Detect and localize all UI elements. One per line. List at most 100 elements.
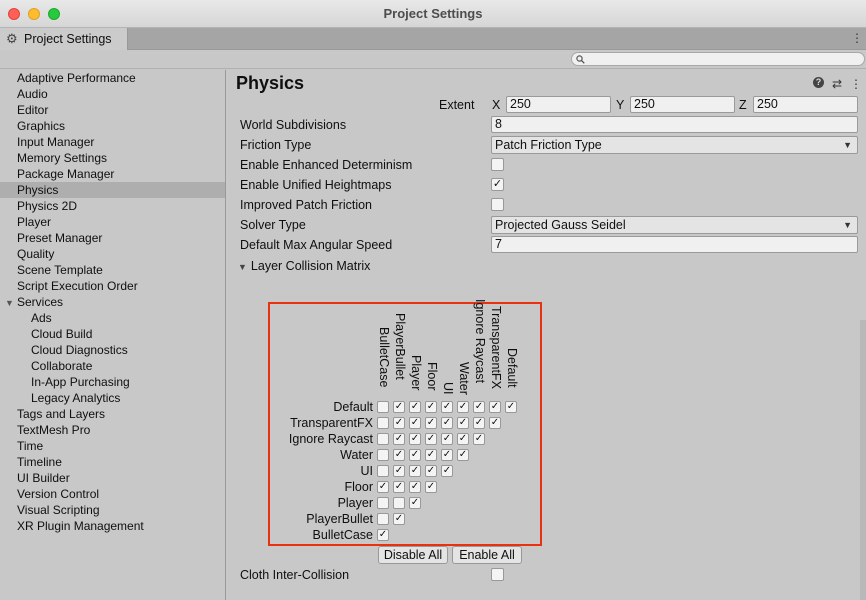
matrix-cell-checkbox[interactable] [377,433,389,445]
matrix-cell-checkbox[interactable]: ✓ [425,465,437,477]
sidebar-item-memory-settings[interactable]: Memory Settings [0,150,225,166]
matrix-cell-checkbox[interactable]: ✓ [473,401,485,413]
matrix-cell-checkbox[interactable]: ✓ [409,449,421,461]
sidebar-item-script-execution-order[interactable]: Script Execution Order [0,278,225,294]
matrix-cell-checkbox[interactable]: ✓ [377,481,389,493]
matrix-cell-checkbox[interactable]: ✓ [457,449,469,461]
matrix-cell-checkbox[interactable]: ✓ [489,417,501,429]
matrix-cell-checkbox[interactable]: ✓ [441,433,453,445]
scrollbar[interactable] [860,320,866,600]
sidebar-item-audio[interactable]: Audio [0,86,225,102]
matrix-cell-checkbox[interactable]: ✓ [393,465,405,477]
max-angular-speed-field[interactable]: 7 [491,236,858,253]
matrix-cell-checkbox[interactable]: ✓ [425,449,437,461]
matrix-cell-checkbox[interactable]: ✓ [409,465,421,477]
matrix-cell-checkbox[interactable]: ✓ [393,449,405,461]
matrix-cell-checkbox[interactable]: ✓ [441,401,453,413]
matrix-cell-checkbox[interactable]: ✓ [377,529,389,541]
matrix-cell-checkbox[interactable] [377,401,389,413]
sidebar-item-collaborate[interactable]: Collaborate [0,358,225,374]
expand-triangle-icon[interactable]: ▼ [5,295,17,311]
sidebar-item-in-app-purchasing[interactable]: In-App Purchasing [0,374,225,390]
matrix-row-label: Water [340,448,373,462]
matrix-cell-checkbox[interactable]: ✓ [457,417,469,429]
matrix-cell-checkbox[interactable]: ✓ [473,433,485,445]
matrix-cell-checkbox[interactable]: ✓ [425,417,437,429]
matrix-cell-checkbox[interactable]: ✓ [425,433,437,445]
sidebar-item-time[interactable]: Time [0,438,225,454]
sidebar-item-editor[interactable]: Editor [0,102,225,118]
sidebar-item-scene-template[interactable]: Scene Template [0,262,225,278]
tab-menu-icon[interactable]: ⋮ [851,31,863,45]
matrix-cell-checkbox[interactable]: ✓ [393,513,405,525]
help-icon[interactable]: ? [812,77,824,88]
sidebar-item-quality[interactable]: Quality [0,246,225,262]
extent-y-field[interactable]: 250 [630,96,735,113]
matrix-cell-checkbox[interactable]: ✓ [425,401,437,413]
sidebar-item-ui-builder[interactable]: UI Builder [0,470,225,486]
extent-z-field[interactable]: 250 [753,96,858,113]
matrix-cell-checkbox[interactable] [377,465,389,477]
sidebar-item-input-manager[interactable]: Input Manager [0,134,225,150]
cloth-inter-collision-checkbox[interactable] [491,568,504,581]
matrix-cell-checkbox[interactable]: ✓ [409,497,421,509]
sidebar-item-physics[interactable]: Physics [0,182,225,198]
matrix-column-label: Water [457,361,471,395]
matrix-cell-checkbox[interactable] [377,449,389,461]
matrix-cell-checkbox[interactable] [393,497,405,509]
matrix-cell-checkbox[interactable] [377,513,389,525]
matrix-cell-checkbox[interactable]: ✓ [409,433,421,445]
matrix-cell-checkbox[interactable]: ✓ [393,401,405,413]
matrix-cell-checkbox[interactable] [377,497,389,509]
matrix-cell-checkbox[interactable]: ✓ [457,433,469,445]
sidebar-item-cloud-build[interactable]: Cloud Build [0,326,225,342]
world-subdivisions-field[interactable]: 8 [491,116,858,133]
sidebar-item-ads[interactable]: Ads [0,310,225,326]
matrix-cell-checkbox[interactable]: ✓ [473,417,485,429]
matrix-cell-checkbox[interactable]: ✓ [441,417,453,429]
matrix-cell-checkbox[interactable]: ✓ [489,401,501,413]
matrix-cell-checkbox[interactable]: ✓ [425,481,437,493]
matrix-row-label: Player [337,496,373,510]
matrix-cell-checkbox[interactable]: ✓ [409,401,421,413]
matrix-cell-checkbox[interactable]: ✓ [457,401,469,413]
sidebar-item-graphics[interactable]: Graphics [0,118,225,134]
sidebar-item-visual-scripting[interactable]: Visual Scripting [0,502,225,518]
enable-all-button[interactable]: Enable All [452,546,522,564]
matrix-cell-checkbox[interactable] [377,417,389,429]
disable-all-button[interactable]: Disable All [378,546,448,564]
friction-type-dropdown[interactable]: Patch Friction Type ▼ [491,136,858,154]
matrix-cell-checkbox[interactable]: ✓ [505,401,517,413]
sidebar-item-legacy-analytics[interactable]: Legacy Analytics [0,390,225,406]
sidebar-item-cloud-diagnostics[interactable]: Cloud Diagnostics [0,342,225,358]
sidebar-item-physics-2d[interactable]: Physics 2D [0,198,225,214]
sidebar-item-player[interactable]: Player [0,214,225,230]
sidebar-item-xr-plugin-management[interactable]: XR Plugin Management [0,518,225,534]
sidebar-item-tags-and-layers[interactable]: Tags and Layers [0,406,225,422]
matrix-cell-checkbox[interactable]: ✓ [441,449,453,461]
tab-project-settings[interactable]: ⚙ Project Settings [0,28,128,50]
sidebar-item-timeline[interactable]: Timeline [0,454,225,470]
preset-sliders-icon[interactable]: ⇄ [832,77,842,91]
extent-x-field[interactable]: 250 [506,96,611,113]
matrix-cell-checkbox[interactable]: ✓ [409,417,421,429]
unified-heightmaps-checkbox[interactable]: ✓ [491,178,504,191]
sidebar-item-preset-manager[interactable]: Preset Manager [0,230,225,246]
sidebar-item-adaptive-performance[interactable]: Adaptive Performance [0,70,225,86]
cloth-inter-collision-label: Cloth Inter-Collision [240,568,350,582]
more-menu-icon[interactable]: ⋮ [850,77,862,91]
solver-type-dropdown[interactable]: Projected Gauss Seidel ▼ [491,216,858,234]
matrix-cell-checkbox[interactable]: ✓ [393,481,405,493]
enhanced-determinism-checkbox[interactable] [491,158,504,171]
sidebar-item-package-manager[interactable]: Package Manager [0,166,225,182]
search-input[interactable] [571,52,865,66]
improved-patch-friction-checkbox[interactable] [491,198,504,211]
sidebar-item-textmesh-pro[interactable]: TextMesh Pro [0,422,225,438]
matrix-cell-checkbox[interactable]: ✓ [393,417,405,429]
sidebar-item-services[interactable]: ▼ Services [0,294,225,310]
matrix-cell-checkbox[interactable]: ✓ [409,481,421,493]
matrix-cell-checkbox[interactable]: ✓ [441,465,453,477]
matrix-cell-checkbox[interactable]: ✓ [393,433,405,445]
sidebar-item-version-control[interactable]: Version Control [0,486,225,502]
layer-collision-matrix-foldout[interactable]: ▼ Layer Collision Matrix [238,259,370,273]
